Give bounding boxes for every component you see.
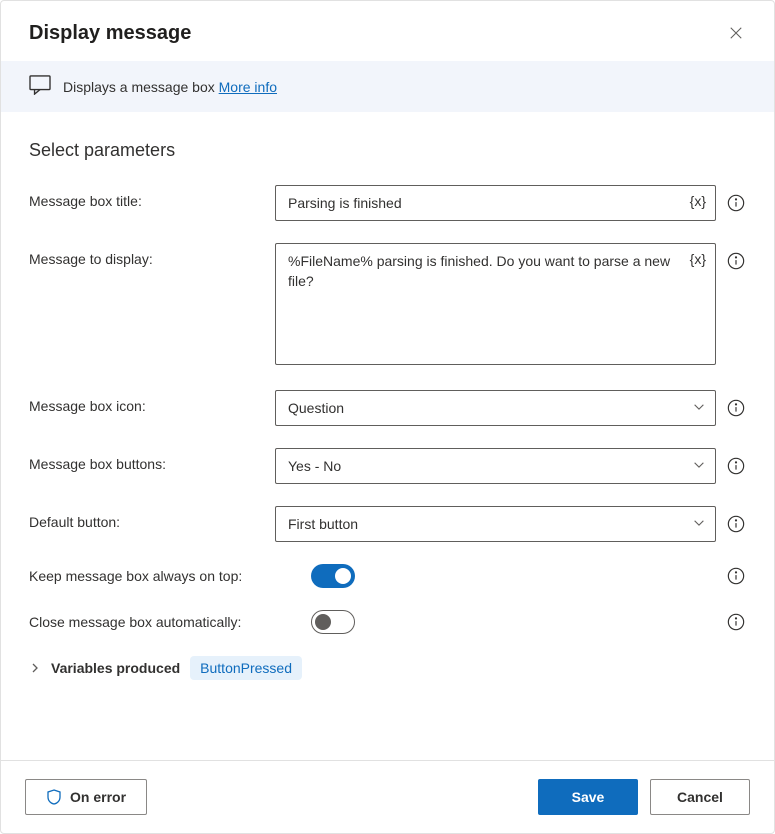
label-message-box-buttons: Message box buttons:: [29, 448, 265, 472]
more-info-link[interactable]: More info: [219, 79, 277, 95]
close-button[interactable]: [722, 19, 750, 47]
cancel-button[interactable]: Cancel: [650, 779, 750, 815]
select-message-box-icon[interactable]: Question: [275, 390, 716, 426]
wrap-default-button: First button: [275, 506, 716, 542]
toggle-knob: [335, 568, 351, 584]
info-icon-always-on-top[interactable]: [726, 566, 746, 586]
info-icon-buttons[interactable]: [726, 456, 746, 476]
label-message-box-icon: Message box icon:: [29, 390, 265, 414]
label-message-box-title: Message box title:: [29, 185, 265, 209]
section-title: Select parameters: [29, 140, 746, 161]
wrap-message-box-title: {x}: [275, 185, 716, 221]
save-button[interactable]: Save: [538, 779, 638, 815]
toggle-always-on-top[interactable]: [311, 564, 355, 588]
banner-text-content: Displays a message box: [63, 79, 219, 95]
label-auto-close: Close message box automatically:: [29, 614, 301, 630]
label-always-on-top: Keep message box always on top:: [29, 568, 301, 584]
variables-produced-section: Variables produced ButtonPressed: [29, 656, 746, 680]
select-default-button[interactable]: First button: [275, 506, 716, 542]
on-error-button[interactable]: On error: [25, 779, 147, 815]
variables-produced-label[interactable]: Variables produced: [51, 660, 180, 676]
select-message-box-buttons[interactable]: Yes - No: [275, 448, 716, 484]
variable-chip-buttonpressed[interactable]: ButtonPressed: [190, 656, 302, 680]
dialog-footer: On error Save Cancel: [1, 760, 774, 833]
dialog-title: Display message: [29, 22, 191, 45]
row-auto-close: Close message box automatically:: [29, 610, 746, 634]
row-message-box-icon: Message box icon: Question: [29, 390, 746, 426]
row-message-to-display: Message to display: %FileName% parsing i…: [29, 243, 746, 368]
info-icon-title[interactable]: [726, 193, 746, 213]
info-banner: Displays a message box More info: [1, 61, 774, 112]
textarea-message-to-display[interactable]: %FileName% parsing is finished. Do you w…: [275, 243, 716, 365]
shield-icon: [46, 789, 62, 805]
info-icon-default-button[interactable]: [726, 514, 746, 534]
chevron-right-icon[interactable]: [29, 662, 41, 674]
message-icon: [29, 75, 51, 98]
wrap-message-box-icon: Question: [275, 390, 716, 426]
row-default-button: Default button: First button: [29, 506, 746, 542]
row-message-box-title: Message box title: {x}: [29, 185, 746, 221]
dialog-header: Display message: [1, 1, 774, 61]
close-icon: [729, 26, 743, 40]
variable-picker-message[interactable]: {x}: [690, 251, 706, 267]
label-message-to-display: Message to display:: [29, 243, 265, 267]
toggle-auto-close[interactable]: [311, 610, 355, 634]
on-error-label: On error: [70, 789, 126, 805]
dialog-body: Select parameters Message box title: {x}…: [1, 112, 774, 760]
info-icon-message[interactable]: [726, 251, 746, 271]
toggle-knob: [315, 614, 331, 630]
banner-text: Displays a message box More info: [63, 79, 277, 95]
info-icon-auto-close[interactable]: [726, 612, 746, 632]
wrap-message-box-buttons: Yes - No: [275, 448, 716, 484]
variable-picker-title[interactable]: {x}: [690, 193, 706, 209]
input-message-box-title[interactable]: [275, 185, 716, 221]
wrap-message-to-display: %FileName% parsing is finished. Do you w…: [275, 243, 716, 368]
row-message-box-buttons: Message box buttons: Yes - No: [29, 448, 746, 484]
label-default-button: Default button:: [29, 506, 265, 530]
info-icon-icon[interactable]: [726, 398, 746, 418]
row-always-on-top: Keep message box always on top:: [29, 564, 746, 588]
